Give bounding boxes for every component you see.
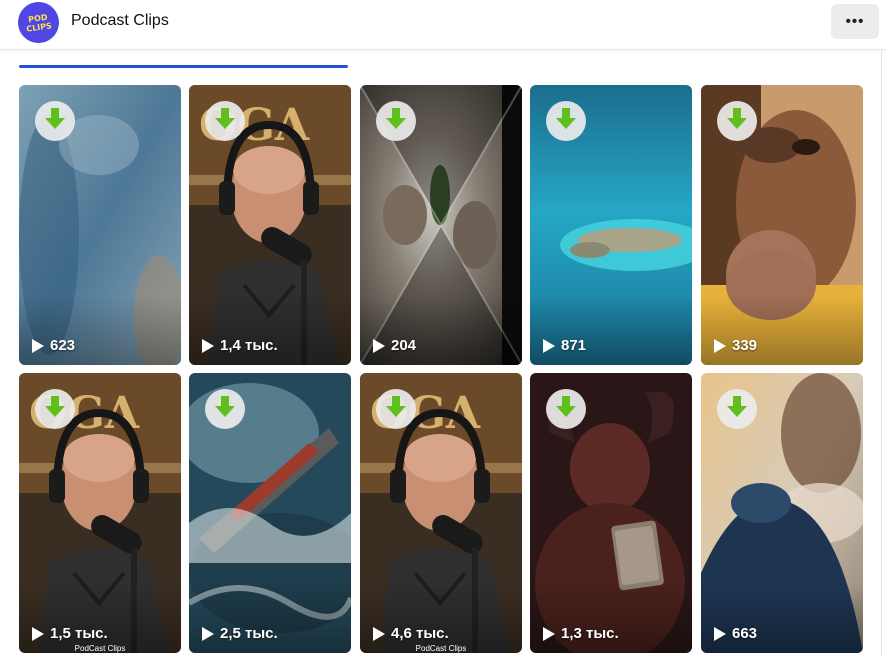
clip-card[interactable]: OGA 1,4 тыс. <box>189 85 351 365</box>
view-count: 2,5 тыс. <box>202 625 278 642</box>
thumbnail-gradient <box>701 295 863 365</box>
thumbnail-gradient <box>360 583 522 653</box>
download-arrow-icon <box>727 395 747 423</box>
download-arrow-icon <box>556 395 576 423</box>
play-icon <box>373 338 385 353</box>
thumbnail-gradient <box>19 583 181 653</box>
download-button[interactable] <box>717 101 757 141</box>
thumbnail-gradient <box>530 295 692 365</box>
download-button[interactable] <box>546 389 586 429</box>
play-icon <box>202 626 214 641</box>
more-options-button[interactable]: ••• <box>831 4 879 39</box>
play-icon <box>714 626 726 641</box>
thumbnail-gradient <box>360 295 522 365</box>
download-button[interactable] <box>205 101 245 141</box>
clip-card[interactable]: 204 <box>360 85 522 365</box>
download-button[interactable] <box>35 101 75 141</box>
clip-card[interactable]: 339 <box>701 85 863 365</box>
download-arrow-icon <box>215 395 235 423</box>
clip-card[interactable]: OGA 4,6 тыс. PodCast Clips <box>360 373 522 653</box>
download-button[interactable] <box>717 389 757 429</box>
view-count-text: 2,5 тыс. <box>220 625 278 642</box>
clip-card[interactable]: 871 <box>530 85 692 365</box>
view-count-text: 204 <box>391 337 417 354</box>
thumbnail-gradient <box>19 295 181 365</box>
download-arrow-icon <box>386 395 406 423</box>
play-icon <box>32 626 44 641</box>
scrollbar-track <box>881 50 882 656</box>
top-bar: POD CLIPS Podcast Clips ••• <box>0 0 886 50</box>
view-count: 663 <box>714 625 757 642</box>
download-arrow-icon <box>45 107 65 135</box>
view-count-text: 871 <box>561 337 587 354</box>
view-count-text: 339 <box>732 337 758 354</box>
view-count-text: 1,4 тыс. <box>220 337 278 354</box>
view-count: 204 <box>373 337 416 354</box>
view-count-text: 623 <box>50 337 76 354</box>
play-icon <box>202 338 214 353</box>
clip-card[interactable]: OGA 1,5 тыс. PodCast Clips <box>19 373 181 653</box>
channel-title[interactable]: Podcast Clips <box>71 12 169 30</box>
view-count: 1,5 тыс. <box>32 625 108 642</box>
view-count: 1,3 тыс. <box>543 625 619 642</box>
clip-card[interactable]: 663 <box>701 373 863 653</box>
view-count-text: 1,3 тыс. <box>561 625 619 642</box>
download-arrow-icon <box>45 395 65 423</box>
view-count-text: 1,5 тыс. <box>50 625 108 642</box>
download-button[interactable] <box>376 101 416 141</box>
clip-card[interactable]: 623 <box>19 85 181 365</box>
play-icon <box>373 626 385 641</box>
view-count: 623 <box>32 337 75 354</box>
play-icon <box>543 626 555 641</box>
play-icon <box>543 338 555 353</box>
download-arrow-icon <box>386 107 406 135</box>
download-button[interactable] <box>35 389 75 429</box>
thumbnail-watermark: PodCast Clips <box>74 644 126 653</box>
download-button[interactable] <box>546 101 586 141</box>
thumbnail-gradient <box>701 583 863 653</box>
download-arrow-icon <box>556 107 576 135</box>
view-count: 1,4 тыс. <box>202 337 278 354</box>
clip-card[interactable]: 2,5 тыс. <box>189 373 351 653</box>
download-button[interactable] <box>205 389 245 429</box>
thumbnail-gradient <box>189 583 351 653</box>
play-icon <box>714 338 726 353</box>
thumbnail-watermark: PodCast Clips <box>415 644 467 653</box>
thumbnail-gradient <box>189 295 351 365</box>
clip-card[interactable]: 1,3 тыс. <box>530 373 692 653</box>
view-count-text: 4,6 тыс. <box>391 625 449 642</box>
view-count: 871 <box>543 337 586 354</box>
download-arrow-icon <box>727 107 747 135</box>
play-icon <box>32 338 44 353</box>
thumbnail-gradient <box>530 583 692 653</box>
avatar-logo-text: POD CLIPS <box>25 12 53 34</box>
download-button[interactable] <box>376 389 416 429</box>
view-count-text: 663 <box>732 625 758 642</box>
active-tab-indicator <box>19 65 348 68</box>
channel-avatar[interactable]: POD CLIPS <box>18 2 59 43</box>
download-arrow-icon <box>215 107 235 135</box>
view-count: 339 <box>714 337 757 354</box>
view-count: 4,6 тыс. <box>373 625 449 642</box>
